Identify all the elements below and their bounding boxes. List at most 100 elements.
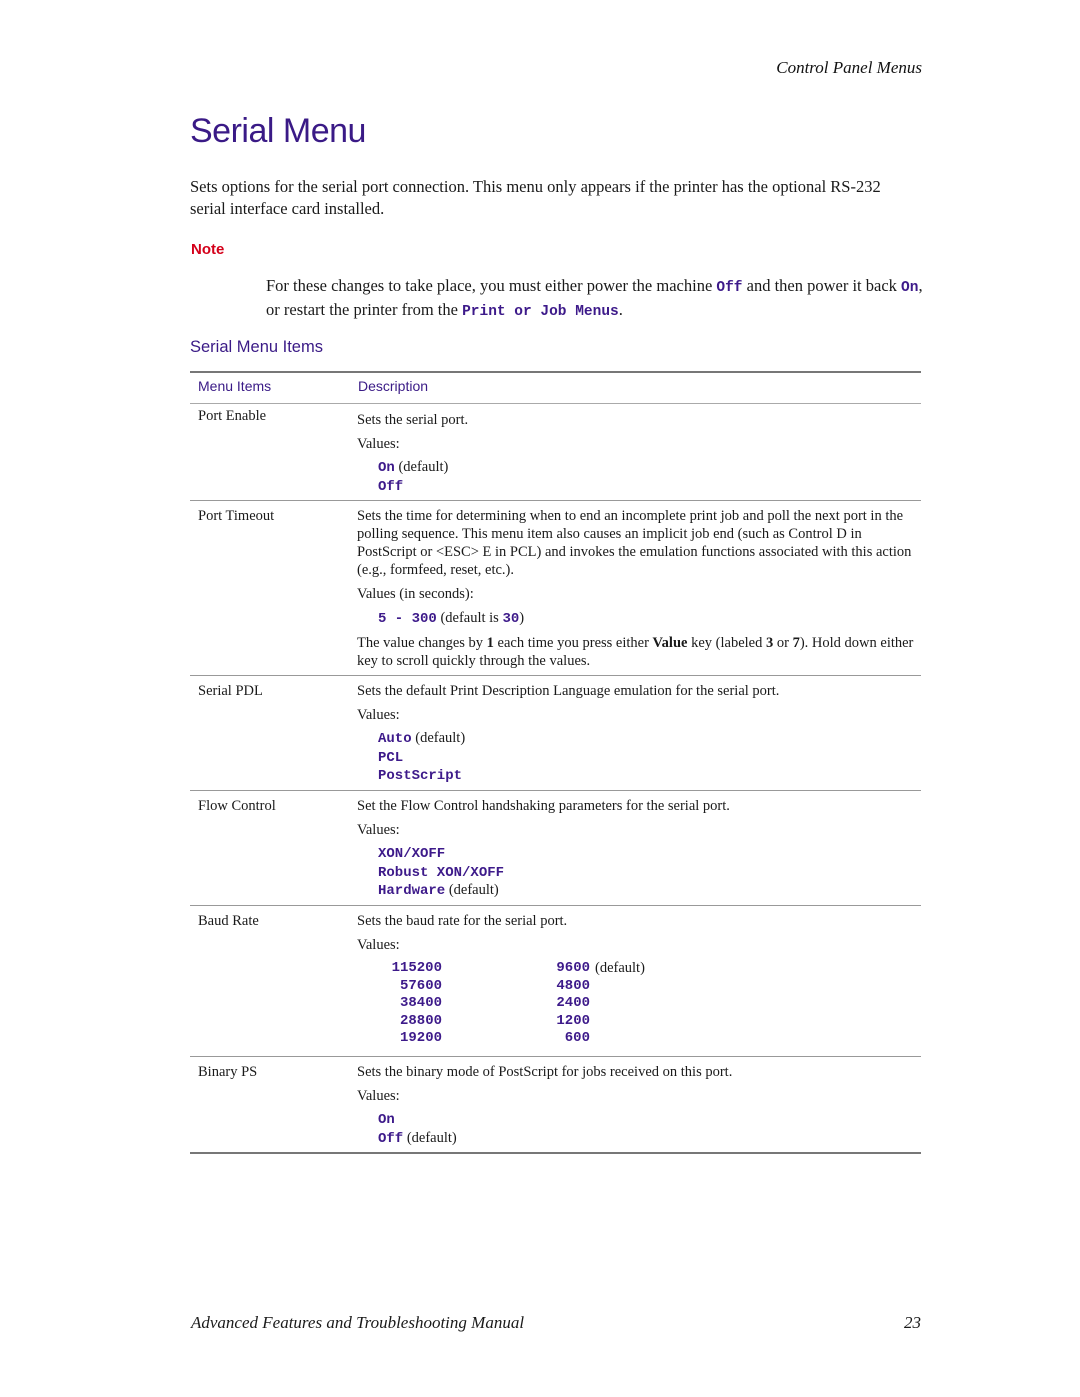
table-header: Menu Items Description	[190, 371, 921, 404]
values-list: XON/XOFF Robust XON/XOFF Hardware (defau…	[357, 845, 921, 901]
value-item: Hardware (default)	[378, 882, 921, 901]
value-item: XON/XOFF	[378, 845, 921, 864]
text-part: or	[773, 635, 793, 651]
table-row: Serial PDL Sets the default Print Descri…	[190, 676, 921, 791]
value-code: Off	[378, 1130, 404, 1147]
value-code: PostScript	[378, 768, 463, 784]
baud-value: 2400	[556, 995, 590, 1011]
value-code: PCL	[378, 749, 404, 766]
value-note: (default)	[445, 882, 499, 898]
baud-value: 115200	[391, 960, 442, 976]
table-row: Baud Rate Sets the baud rate for the ser…	[190, 906, 921, 1057]
page-number: 23	[904, 1313, 921, 1332]
note-label: Note	[191, 241, 225, 258]
baud-value: 28800	[399, 1012, 442, 1029]
default-code: 30	[502, 611, 520, 627]
text-part: key (labeled	[687, 635, 766, 651]
value-item: Off	[378, 478, 921, 497]
note-text-part: .	[618, 300, 623, 319]
values-label: Values (in seconds):	[357, 586, 474, 602]
baud-value: 600	[564, 1030, 590, 1046]
bold-part: 1	[486, 635, 494, 651]
baud-value: 9600	[556, 960, 590, 976]
value-note: (default)	[411, 730, 466, 746]
table-row: Port Enable Sets the serial port. Values…	[190, 404, 921, 501]
value-code: Hardware	[378, 883, 446, 899]
baud-default-note	[590, 978, 921, 996]
note-text-part: and then power it back	[742, 276, 902, 295]
value-code: XON/XOFF	[378, 846, 446, 862]
text-part: The value changes by	[357, 635, 487, 651]
note-code-menus: Print or Job Menus	[462, 304, 619, 320]
text-part: each time you press either	[493, 635, 653, 651]
value-code: Robust XON/XOFF	[378, 864, 505, 881]
baud-rate-grid: 115200 9600 (default) 57600 4800 38400 2400 …	[357, 960, 921, 1048]
value-note: (default)	[394, 459, 449, 475]
baud-default-note	[590, 995, 921, 1013]
values-label: Values:	[357, 707, 400, 723]
values-range: 5 - 300 (default is 30)	[357, 609, 921, 628]
description-text: Set the Flow Control handshaking paramet…	[357, 798, 730, 814]
menu-item-name: Binary PS	[198, 1064, 258, 1080]
value-code: On	[378, 1112, 395, 1128]
table-row: Flow Control Set the Flow Control handsh…	[190, 791, 921, 906]
menu-item-name: Flow Control	[198, 798, 276, 814]
values-list: Auto (default) PCL PostScript	[357, 730, 921, 786]
range-note: (default is	[436, 610, 503, 626]
value-item: On	[378, 1111, 921, 1130]
baud-value: 1200	[556, 1012, 590, 1029]
menu-item-name: Port Enable	[198, 408, 267, 424]
menu-item-description: Sets the binary mode of PostScript for j…	[357, 1057, 921, 1158]
footer-manual-title: Advanced Features and Troubleshooting Ma…	[191, 1313, 525, 1332]
menu-item-description: Sets the serial port. Values: On (defaul…	[357, 404, 921, 506]
note-code-off: Off	[716, 280, 743, 296]
column-header-description: Description	[358, 378, 429, 394]
baud-default-note	[590, 1013, 921, 1031]
value-note: (default)	[403, 1129, 457, 1146]
range-code: 5 - 300	[378, 611, 437, 627]
value-item: On (default)	[378, 459, 921, 478]
running-head: Control Panel Menus	[776, 58, 922, 77]
intro-paragraph: Sets options for the serial port connect…	[190, 177, 881, 218]
extra-text: The value changes by 1 each time you pre…	[357, 634, 921, 670]
column-header-menu-items: Menu Items	[198, 378, 272, 394]
value-code: Auto	[378, 731, 412, 747]
value-item: Auto (default)	[378, 730, 921, 749]
values-list: On Off (default)	[357, 1111, 921, 1148]
baud-value: 38400	[399, 995, 442, 1011]
values-list: On (default) Off	[357, 459, 921, 496]
value-item: PostScript	[378, 767, 921, 786]
page-title: Serial Menu	[190, 112, 366, 150]
baud-value: 19200	[399, 1030, 442, 1046]
serial-menu-table: Menu Items Description Port Enable Sets …	[190, 371, 921, 1154]
description-text: Sets the serial port.	[357, 412, 469, 428]
values-label: Values:	[357, 1088, 400, 1104]
menu-item-name: Baud Rate	[198, 913, 259, 929]
values-label: Values:	[357, 937, 400, 953]
bold-part: 7	[792, 635, 800, 651]
value-item: Robust XON/XOFF	[378, 864, 921, 883]
menu-item-description: Sets the baud rate for the serial port. …	[357, 906, 921, 1058]
baud-default-note: (default)	[595, 960, 645, 976]
description-text: Sets the time for determining when to en…	[357, 508, 912, 578]
description-text: Sets the baud rate for the serial port.	[357, 913, 568, 929]
table-row: Port Timeout Sets the time for determini…	[190, 501, 921, 676]
note-text-part: For these changes to take place, you mus…	[266, 276, 717, 295]
bold-part: Value	[652, 635, 688, 651]
section-title: Serial Menu Items	[190, 338, 323, 356]
menu-item-description: Sets the default Print Description Langu…	[357, 676, 921, 796]
description-text: Sets the binary mode of PostScript for j…	[357, 1064, 733, 1080]
note-text: For these changes to take place, you mus…	[266, 275, 926, 323]
description-text: Sets the default Print Description Langu…	[357, 683, 780, 699]
value-code: Off	[378, 478, 404, 495]
table-row: Binary PS Sets the binary mode of PostSc…	[190, 1057, 921, 1154]
range-note: )	[519, 610, 525, 626]
menu-item-description: Set the Flow Control handshaking paramet…	[357, 791, 921, 911]
menu-item-name: Serial PDL	[198, 683, 263, 699]
baud-value: 4800	[556, 977, 590, 994]
value-item: PCL	[378, 749, 921, 768]
values-label: Values:	[357, 822, 400, 838]
value-code: On	[378, 460, 395, 476]
menu-item-description: Sets the time for determining when to en…	[357, 501, 921, 686]
note-code-on: On	[901, 280, 919, 296]
